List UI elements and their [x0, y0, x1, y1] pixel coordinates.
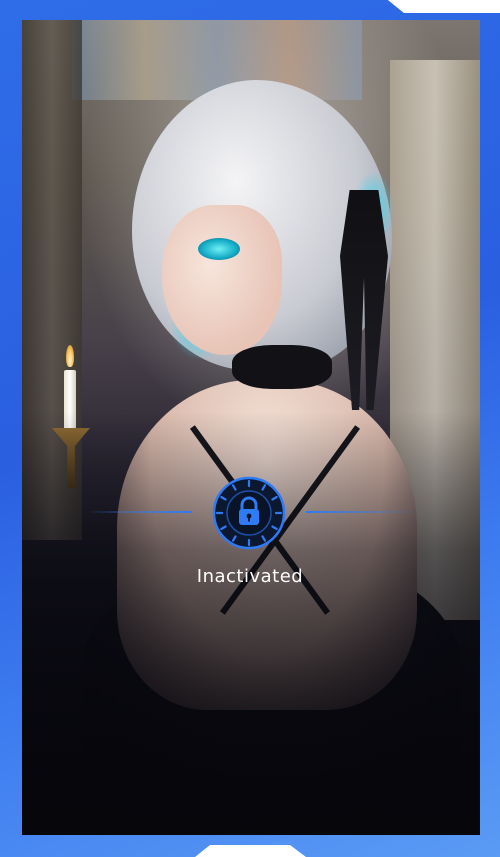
divider-left	[86, 511, 192, 513]
lock-status-badge[interactable]	[212, 476, 286, 550]
status-label: Inactivated	[196, 566, 304, 587]
divider-right	[306, 511, 418, 513]
lock-icon	[212, 476, 286, 550]
bottom-shade	[22, 20, 480, 835]
frame-notch	[388, 0, 500, 13]
character-artwork	[22, 20, 480, 835]
